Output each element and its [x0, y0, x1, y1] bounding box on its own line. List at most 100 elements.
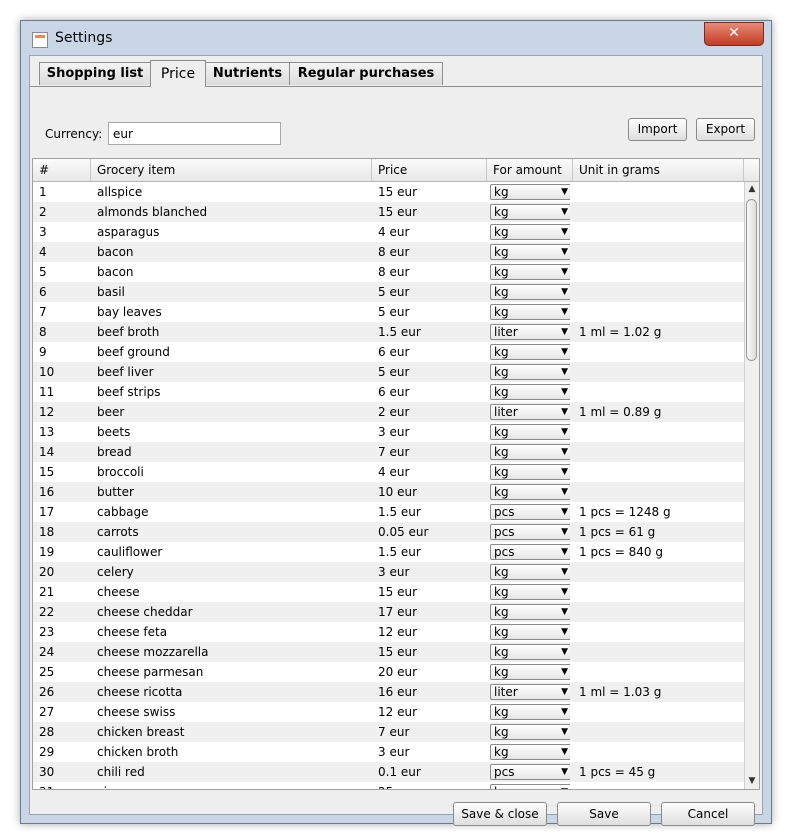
price-cell[interactable]: 4 eur	[378, 222, 488, 242]
grocery-item-cell[interactable]: cauliflower	[97, 542, 372, 562]
for-amount-select[interactable]: kg ▼	[490, 604, 570, 620]
grocery-item-cell[interactable]: cheese mozzarella	[97, 642, 372, 662]
unit-in-grams-cell[interactable]	[579, 362, 739, 382]
for-amount-select[interactable]: kg ▼	[490, 304, 570, 320]
table-row[interactable]: 12 beer 2 eur liter ▼ 1 ml = 0.89 g	[33, 402, 745, 422]
table-row[interactable]: 1 allspice 15 eur kg ▼	[33, 182, 745, 202]
price-cell[interactable]: 1.5 eur	[378, 322, 488, 342]
for-amount-select[interactable]: kg ▼	[490, 644, 570, 660]
grocery-item-cell[interactable]: bacon	[97, 242, 372, 262]
column-header-for-amount[interactable]: For amount	[487, 159, 573, 181]
for-amount-select[interactable]: pcs ▼	[490, 504, 570, 520]
table-row[interactable]: 27 cheese swiss 12 eur kg ▼	[33, 702, 745, 722]
grocery-item-cell[interactable]: beef liver	[97, 362, 372, 382]
unit-in-grams-cell[interactable]: 1 pcs = 1248 g	[579, 502, 739, 522]
grocery-item-cell[interactable]: chili red	[97, 762, 372, 782]
unit-in-grams-cell[interactable]: 1 ml = 0.89 g	[579, 402, 739, 422]
unit-in-grams-cell[interactable]	[579, 702, 739, 722]
column-header-grocery-item[interactable]: Grocery item	[91, 159, 372, 181]
price-cell[interactable]: 7 eur	[378, 442, 488, 462]
unit-in-grams-cell[interactable]	[579, 482, 739, 502]
grocery-item-cell[interactable]: cinnamon	[97, 782, 372, 789]
grocery-item-cell[interactable]: cheese parmesan	[97, 662, 372, 682]
for-amount-select[interactable]: kg ▼	[490, 384, 570, 400]
table-row[interactable]: 6 basil 5 eur kg ▼	[33, 282, 745, 302]
price-cell[interactable]: 7 eur	[378, 722, 488, 742]
price-cell[interactable]: 8 eur	[378, 242, 488, 262]
price-cell[interactable]: 0.05 eur	[378, 522, 488, 542]
grocery-item-cell[interactable]: cheese	[97, 582, 372, 602]
unit-in-grams-cell[interactable]	[579, 602, 739, 622]
grocery-item-cell[interactable]: chicken broth	[97, 742, 372, 762]
for-amount-select[interactable]: kg ▼	[490, 444, 570, 460]
vertical-scrollbar[interactable]: ▲ ▼	[744, 182, 759, 789]
table-row[interactable]: 24 cheese mozzarella 15 eur kg ▼	[33, 642, 745, 662]
tab-regular-purchases[interactable]: Regular purchases	[289, 62, 443, 85]
for-amount-select[interactable]: kg ▼	[490, 204, 570, 220]
table-row[interactable]: 25 cheese parmesan 20 eur kg ▼	[33, 662, 745, 682]
table-row[interactable]: 30 chili red 0.1 eur pcs ▼ 1 pcs = 45 g	[33, 762, 745, 782]
price-cell[interactable]: 2 eur	[378, 402, 488, 422]
for-amount-select[interactable]: kg ▼	[490, 464, 570, 480]
column-header-number[interactable]: #	[33, 159, 91, 181]
price-cell[interactable]: 8 eur	[378, 262, 488, 282]
for-amount-select[interactable]: kg ▼	[490, 244, 570, 260]
table-row[interactable]: 8 beef broth 1.5 eur liter ▼ 1 ml = 1.02 g	[33, 322, 745, 342]
unit-in-grams-cell[interactable]	[579, 262, 739, 282]
price-cell[interactable]: 6 eur	[378, 342, 488, 362]
tab-shopping-list[interactable]: Shopping list	[39, 62, 151, 85]
for-amount-select[interactable]: kg ▼	[490, 184, 570, 200]
for-amount-select[interactable]: kg ▼	[490, 484, 570, 500]
price-cell[interactable]: 5 eur	[378, 302, 488, 322]
grocery-item-cell[interactable]: beets	[97, 422, 372, 442]
for-amount-select[interactable]: kg ▼	[490, 564, 570, 580]
scrollbar-thumb[interactable]	[746, 199, 757, 361]
unit-in-grams-cell[interactable]	[579, 302, 739, 322]
for-amount-select[interactable]: kg ▼	[490, 284, 570, 300]
for-amount-select[interactable]: kg ▼	[490, 224, 570, 240]
table-row[interactable]: 16 butter 10 eur kg ▼	[33, 482, 745, 502]
table-row[interactable]: 15 broccoli 4 eur kg ▼	[33, 462, 745, 482]
grocery-item-cell[interactable]: beef broth	[97, 322, 372, 342]
for-amount-select[interactable]: pcs ▼	[490, 764, 570, 780]
save-close-button[interactable]: Save & close	[453, 802, 547, 826]
table-row[interactable]: 11 beef strips 6 eur kg ▼	[33, 382, 745, 402]
for-amount-select[interactable]: pcs ▼	[490, 544, 570, 560]
grocery-item-cell[interactable]: butter	[97, 482, 372, 502]
grocery-item-cell[interactable]: broccoli	[97, 462, 372, 482]
price-cell[interactable]: 1.5 eur	[378, 502, 488, 522]
grocery-item-cell[interactable]: celery	[97, 562, 372, 582]
unit-in-grams-cell[interactable]	[579, 622, 739, 642]
table-row[interactable]: 3 asparagus 4 eur kg ▼	[33, 222, 745, 242]
unit-in-grams-cell[interactable]	[579, 382, 739, 402]
scroll-up-arrow-icon[interactable]: ▲	[745, 182, 759, 197]
for-amount-select[interactable]: kg ▼	[490, 624, 570, 640]
table-row[interactable]: 2 almonds blanched 15 eur kg ▼	[33, 202, 745, 222]
import-button[interactable]: Import	[628, 118, 687, 141]
for-amount-select[interactable]: kg ▼	[490, 784, 570, 789]
price-cell[interactable]: 1.5 eur	[378, 542, 488, 562]
unit-in-grams-cell[interactable]	[579, 342, 739, 362]
for-amount-select[interactable]: liter ▼	[490, 404, 570, 420]
column-header-price[interactable]: Price	[372, 159, 487, 181]
unit-in-grams-cell[interactable]: 1 pcs = 45 g	[579, 762, 739, 782]
for-amount-select[interactable]: kg ▼	[490, 424, 570, 440]
price-cell[interactable]: 3 eur	[378, 742, 488, 762]
grocery-item-cell[interactable]: cheese ricotta	[97, 682, 372, 702]
price-cell[interactable]: 10 eur	[378, 482, 488, 502]
grocery-item-cell[interactable]: bay leaves	[97, 302, 372, 322]
table-row[interactable]: 18 carrots 0.05 eur pcs ▼ 1 pcs = 61 g	[33, 522, 745, 542]
for-amount-select[interactable]: kg ▼	[490, 344, 570, 360]
table-row[interactable]: 4 bacon 8 eur kg ▼	[33, 242, 745, 262]
save-button[interactable]: Save	[557, 802, 651, 826]
grocery-item-cell[interactable]: cheese cheddar	[97, 602, 372, 622]
unit-in-grams-cell[interactable]	[579, 222, 739, 242]
for-amount-select[interactable]: liter ▼	[490, 324, 570, 340]
grocery-item-cell[interactable]: allspice	[97, 182, 372, 202]
price-cell[interactable]: 6 eur	[378, 382, 488, 402]
price-cell[interactable]: 4 eur	[378, 462, 488, 482]
unit-in-grams-cell[interactable]	[579, 282, 739, 302]
price-cell[interactable]: 17 eur	[378, 602, 488, 622]
unit-in-grams-cell[interactable]	[579, 742, 739, 762]
for-amount-select[interactable]: kg ▼	[490, 724, 570, 740]
